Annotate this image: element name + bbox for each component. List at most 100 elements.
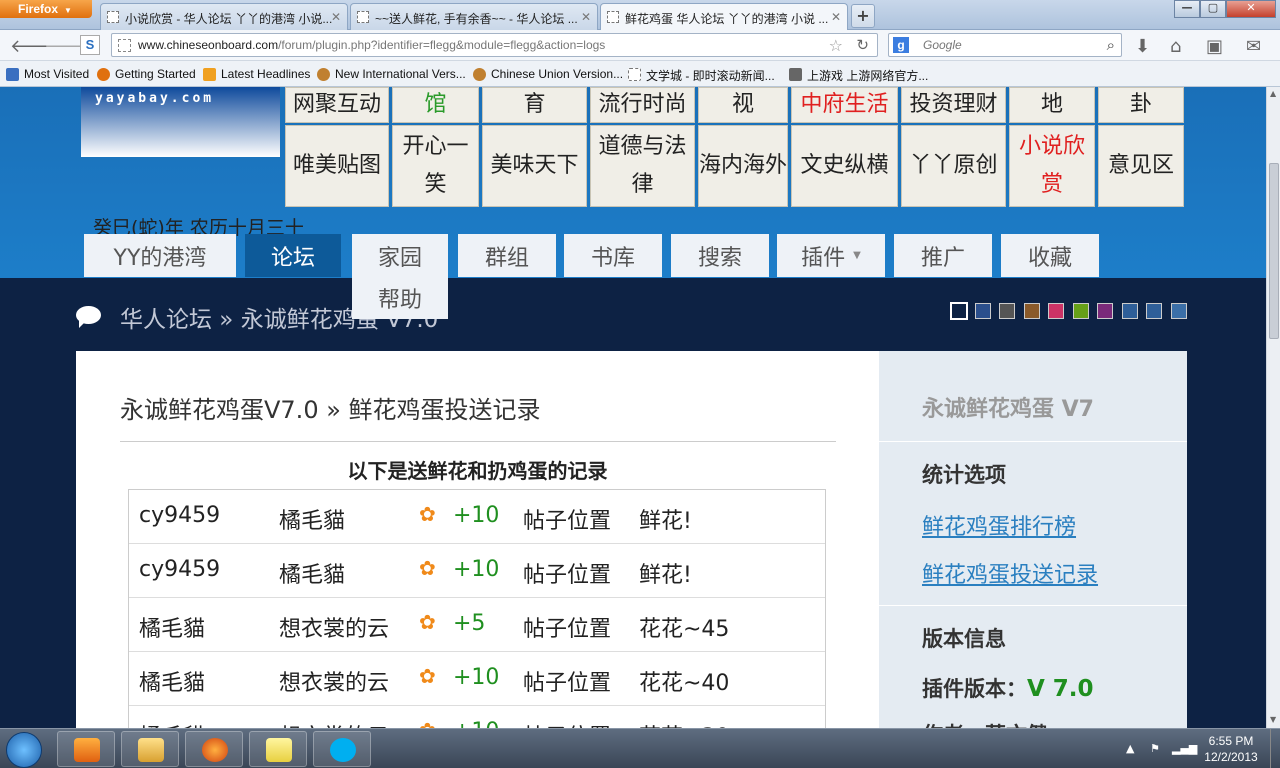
url-bar[interactable]: www.chineseonboard.com/forum/plugin.php?… (111, 33, 878, 57)
close-icon[interactable]: ✕ (831, 10, 841, 24)
category-link[interactable]: 网聚互动 (285, 87, 389, 123)
google-icon[interactable]: g (893, 37, 909, 53)
category-link[interactable]: 开心一笑 (392, 125, 479, 207)
post-location-link[interactable]: 帖子位置 (523, 719, 611, 728)
category-link[interactable]: 育 (482, 87, 587, 123)
sender-link[interactable]: 橘毛貓 (139, 611, 205, 643)
bookmark-wenxuecity[interactable]: 文学城 - 即时滚动新闻... (628, 67, 775, 84)
theme-swatch[interactable] (950, 302, 968, 320)
category-link[interactable]: 美味天下 (482, 125, 587, 207)
receiver-link[interactable]: 想衣裳的云 (279, 665, 389, 697)
sender-link[interactable]: cy9459 (139, 557, 220, 582)
close-icon[interactable]: ✕ (331, 10, 341, 24)
browser-tab-active[interactable]: 鲜花鸡蛋 华人论坛 丫丫的港湾 小说 ... ✕ (600, 3, 848, 30)
records-link[interactable]: 鲜花鸡蛋投送记录 (922, 557, 1098, 589)
bookmark-getting-started[interactable]: Getting Started (97, 67, 196, 81)
category-link[interactable]: 中府生活 (791, 87, 898, 123)
sender-link[interactable]: 橘毛貓 (139, 665, 205, 697)
category-link[interactable]: 卦 (1098, 87, 1184, 123)
nav-tab-home[interactable]: 家园 (352, 234, 448, 277)
scrollbar-thumb[interactable] (1269, 163, 1279, 339)
taskbar-skype[interactable] (313, 731, 371, 767)
network-signal-icon[interactable]: ▂▄▆ (1172, 742, 1197, 755)
bookmarks-menu-icon[interactable]: ▣ (1206, 36, 1223, 57)
site-identity-icon[interactable] (118, 39, 131, 52)
vertical-scrollbar[interactable]: ▲ ▼ (1266, 87, 1280, 728)
theme-swatch[interactable] (999, 303, 1015, 319)
minimize-button[interactable]: — (1174, 0, 1200, 18)
bookmark-niv[interactable]: New International Vers... (317, 67, 466, 81)
category-link[interactable]: 海内海外 (698, 125, 788, 207)
category-link[interactable]: 意见区 (1098, 125, 1184, 207)
theme-swatch[interactable] (1048, 303, 1064, 319)
nav-tab-groups[interactable]: 群组 (458, 234, 556, 277)
category-link[interactable]: 文史纵横 (791, 125, 898, 207)
theme-swatch[interactable] (1170, 303, 1187, 319)
category-link[interactable]: 投资理财 (901, 87, 1006, 123)
search-icon[interactable]: ⌕ (1107, 36, 1115, 54)
receiver-link[interactable]: 想衣裳的云 (279, 611, 389, 643)
nav-tab-library[interactable]: 书库 (564, 234, 662, 277)
ranking-link[interactable]: 鲜花鸡蛋排行榜 (922, 509, 1076, 541)
nav-tab-promote[interactable]: 推广 (894, 234, 992, 277)
category-link[interactable]: 流行时尚 (590, 87, 695, 123)
tray-expand-icon[interactable]: ▲ (1126, 742, 1134, 755)
download-icon[interactable]: ⬇ (1135, 36, 1150, 57)
system-clock[interactable]: 6:55 PM 12/2/2013 (1196, 733, 1266, 765)
search-bar[interactable]: g Google ⌕ (888, 33, 1122, 57)
nav-tab-search[interactable]: 搜索 (671, 234, 769, 277)
sender-link[interactable]: 橘毛貓 (139, 719, 205, 728)
addon-s-icon[interactable]: S (80, 35, 100, 55)
reload-icon[interactable]: ↻ (856, 36, 869, 54)
new-tab-button[interactable]: + (851, 4, 875, 28)
maximize-button[interactable]: ▢ (1200, 0, 1226, 18)
taskbar-sticky-notes[interactable] (249, 731, 307, 767)
receiver-link[interactable]: 橘毛貓 (279, 503, 345, 535)
firefox-menu-button[interactable]: Firefox ▼ (0, 0, 92, 18)
theme-swatch[interactable] (1072, 303, 1089, 319)
theme-swatch[interactable] (1097, 303, 1113, 319)
close-window-button[interactable]: ✕ (1226, 0, 1276, 18)
nav-tab-favorites[interactable]: 收藏 (1001, 234, 1099, 277)
theme-swatch[interactable] (1146, 303, 1162, 319)
home-icon[interactable]: ⌂ (1170, 36, 1181, 57)
theme-swatch[interactable] (974, 303, 991, 319)
bookmark-shangyou[interactable]: 上游戏 上游网络官方... (789, 67, 928, 84)
nav-tab-plugins[interactable]: 插件 ▼ (777, 234, 885, 277)
bookmark-most-visited[interactable]: Most Visited (6, 67, 89, 81)
category-link[interactable]: 丫丫原创 (901, 125, 1006, 207)
theme-swatch[interactable] (1121, 303, 1138, 319)
receiver-link[interactable]: 想衣裳的云 (279, 719, 389, 728)
sender-link[interactable]: cy9459 (139, 503, 220, 528)
site-logo[interactable]: yayabay.com (81, 87, 280, 157)
nav-tab-forum[interactable]: 论坛 (245, 234, 341, 277)
post-location-link[interactable]: 帖子位置 (523, 557, 611, 589)
dropdown-item-help[interactable]: 帮助 (352, 277, 448, 319)
theme-swatch[interactable] (1023, 303, 1040, 319)
taskbar-explorer[interactable] (121, 731, 179, 767)
category-link[interactable]: 道德与法律 (590, 125, 695, 207)
browser-tab[interactable]: 小说欣赏 - 华人论坛 丫丫的港湾 小说... ✕ (100, 3, 348, 30)
post-location-link[interactable]: 帖子位置 (523, 503, 611, 535)
bookmark-cuv[interactable]: Chinese Union Version... (473, 67, 623, 81)
taskbar-firefox[interactable] (185, 731, 243, 767)
category-link-active[interactable]: 小说欣赏 (1009, 125, 1095, 207)
bookmark-star-icon[interactable]: ☆ (829, 36, 843, 55)
addon-icon[interactable]: ✉ (1246, 36, 1261, 57)
category-link[interactable]: 馆 (392, 87, 479, 123)
close-icon[interactable]: ✕ (581, 10, 591, 24)
post-location-link[interactable]: 帖子位置 (523, 665, 611, 697)
action-center-flag-icon[interactable]: ⚑ (1150, 742, 1160, 755)
bookmark-latest-headlines[interactable]: Latest Headlines (203, 67, 310, 81)
browser-tab[interactable]: ~~送人鲜花, 手有余香~~ - 华人论坛 ... ✕ (350, 3, 598, 30)
category-link[interactable]: 视 (698, 87, 788, 123)
start-button[interactable] (6, 732, 42, 768)
category-link[interactable]: 地 (1009, 87, 1095, 123)
taskbar-media-player[interactable] (57, 731, 115, 767)
show-desktop-button[interactable] (1270, 729, 1280, 768)
receiver-link[interactable]: 橘毛貓 (279, 557, 345, 589)
post-location-link[interactable]: 帖子位置 (523, 611, 611, 643)
scroll-up-icon[interactable]: ▲ (1270, 89, 1276, 98)
scroll-down-icon[interactable]: ▼ (1270, 715, 1276, 724)
nav-tab-yy[interactable]: YY的港湾 (84, 234, 236, 277)
